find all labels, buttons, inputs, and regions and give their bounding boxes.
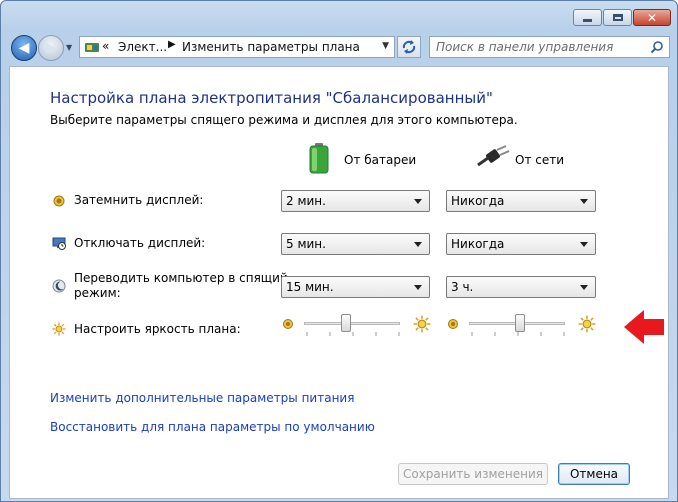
search-input[interactable] bbox=[436, 39, 636, 55]
plugged-column-header: От сети bbox=[515, 153, 565, 167]
forward-button[interactable]: ▶ bbox=[38, 35, 64, 61]
dim-display-battery-select[interactable]: 2 мин. bbox=[281, 190, 430, 212]
sleep-label-line2: режим: bbox=[74, 286, 121, 300]
display-off-icon bbox=[52, 237, 66, 250]
refresh-icon bbox=[402, 40, 416, 54]
brightness-label: Настроить яркость плана: bbox=[74, 322, 241, 336]
content-pane: Настройка плана электропитания "Сбаланси… bbox=[9, 66, 669, 499]
close-icon: ✕ bbox=[646, 10, 658, 25]
select-value: 3 ч. bbox=[451, 280, 474, 294]
address-overflow-chevron[interactable]: « bbox=[102, 39, 109, 53]
search-box[interactable] bbox=[429, 36, 670, 58]
slider-thumb[interactable] bbox=[340, 314, 351, 332]
sleep-icon bbox=[52, 279, 66, 293]
select-value: 5 мин. bbox=[286, 237, 326, 251]
address-segment-current[interactable]: Изменить параметры плана bbox=[182, 40, 360, 54]
slider-track[interactable] bbox=[304, 322, 400, 325]
dim-brightness-icon bbox=[283, 319, 293, 329]
select-value: 2 мин. bbox=[286, 194, 326, 208]
address-separator[interactable]: ▶ bbox=[168, 39, 176, 50]
chevron-down-icon bbox=[414, 242, 422, 247]
red-arrow-annotation bbox=[624, 310, 664, 344]
title-bar[interactable]: ✕ bbox=[1, 1, 677, 31]
arrow-left-icon: ◀ bbox=[18, 40, 30, 56]
sleep-label-line1: Переводить компьютер в спящий bbox=[74, 271, 288, 285]
minimize-icon bbox=[583, 19, 592, 22]
back-button[interactable]: ◀ bbox=[11, 35, 37, 61]
dim-display-icon bbox=[53, 195, 65, 207]
power-plug-icon bbox=[477, 145, 510, 167]
advanced-settings-link[interactable]: Изменить дополнительные параметры питани… bbox=[50, 391, 354, 405]
close-button[interactable]: ✕ bbox=[633, 9, 671, 26]
display-off-plugged-select[interactable]: Никогда bbox=[446, 233, 596, 255]
refresh-button[interactable] bbox=[397, 36, 421, 58]
chevron-down-icon bbox=[414, 199, 422, 204]
dim-display-label: Затемнить дисплей: bbox=[74, 193, 204, 207]
search-icon[interactable] bbox=[650, 40, 664, 54]
sleep-battery-select[interactable]: 15 мин. bbox=[281, 276, 430, 298]
brightness-plugged-slider[interactable] bbox=[446, 311, 596, 339]
address-bar[interactable]: « Элект... ▶ Изменить параметры плана ▼ bbox=[79, 36, 395, 58]
slider-thumb[interactable] bbox=[514, 314, 525, 332]
page-subtitle: Выберите параметры спящего режима и дисп… bbox=[50, 113, 518, 127]
arrow-right-icon: ▶ bbox=[45, 40, 57, 56]
chevron-down-icon bbox=[580, 199, 588, 204]
display-off-battery-select[interactable]: 5 мин. bbox=[281, 233, 430, 255]
maximize-button[interactable] bbox=[603, 9, 632, 26]
select-value: Никогда bbox=[451, 194, 505, 208]
maximize-icon bbox=[612, 14, 623, 21]
sleep-plugged-select[interactable]: 3 ч. bbox=[446, 276, 596, 298]
slider-ticks bbox=[471, 332, 565, 336]
battery-column-header: От батареи bbox=[344, 153, 417, 167]
display-off-label: Отключать дисплей: bbox=[74, 236, 206, 250]
page-title: Настройка плана электропитания "Сбаланси… bbox=[50, 89, 493, 107]
control-panel-window: ✕ ◀ ▶ ▼ « Элект... ▶ Изменить параметры … bbox=[0, 0, 678, 502]
control-panel-icon bbox=[85, 43, 99, 52]
chevron-down-icon bbox=[414, 285, 422, 290]
address-segment-parent[interactable]: Элект... bbox=[118, 40, 167, 54]
slider-ticks bbox=[306, 332, 400, 336]
select-value: 15 мин. bbox=[286, 280, 334, 294]
dim-brightness-icon bbox=[448, 319, 458, 329]
recent-pages-dropdown[interactable]: ▼ bbox=[66, 43, 72, 52]
brightness-icon bbox=[52, 322, 66, 336]
minimize-button[interactable] bbox=[573, 9, 602, 26]
bright-brightness-icon bbox=[578, 315, 596, 333]
chevron-down-icon bbox=[580, 285, 588, 290]
sleep-label: Переводить компьютер в спящий режим: bbox=[74, 271, 288, 301]
brightness-battery-slider[interactable] bbox=[281, 311, 431, 339]
bright-brightness-icon bbox=[413, 315, 431, 333]
dim-display-plugged-select[interactable]: Никогда bbox=[446, 190, 596, 212]
select-value: Никогда bbox=[451, 237, 505, 251]
address-dropdown-icon[interactable]: ▼ bbox=[382, 41, 389, 51]
battery-icon bbox=[309, 143, 329, 174]
restore-defaults-link[interactable]: Восстановить для плана параметры по умол… bbox=[50, 420, 375, 434]
navigation-bar: ◀ ▶ ▼ « Элект... ▶ Изменить параметры пл… bbox=[1, 31, 677, 65]
cancel-button[interactable]: Отмена bbox=[558, 463, 630, 485]
save-changes-button[interactable]: Сохранить изменения bbox=[398, 463, 548, 485]
chevron-down-icon bbox=[580, 242, 588, 247]
